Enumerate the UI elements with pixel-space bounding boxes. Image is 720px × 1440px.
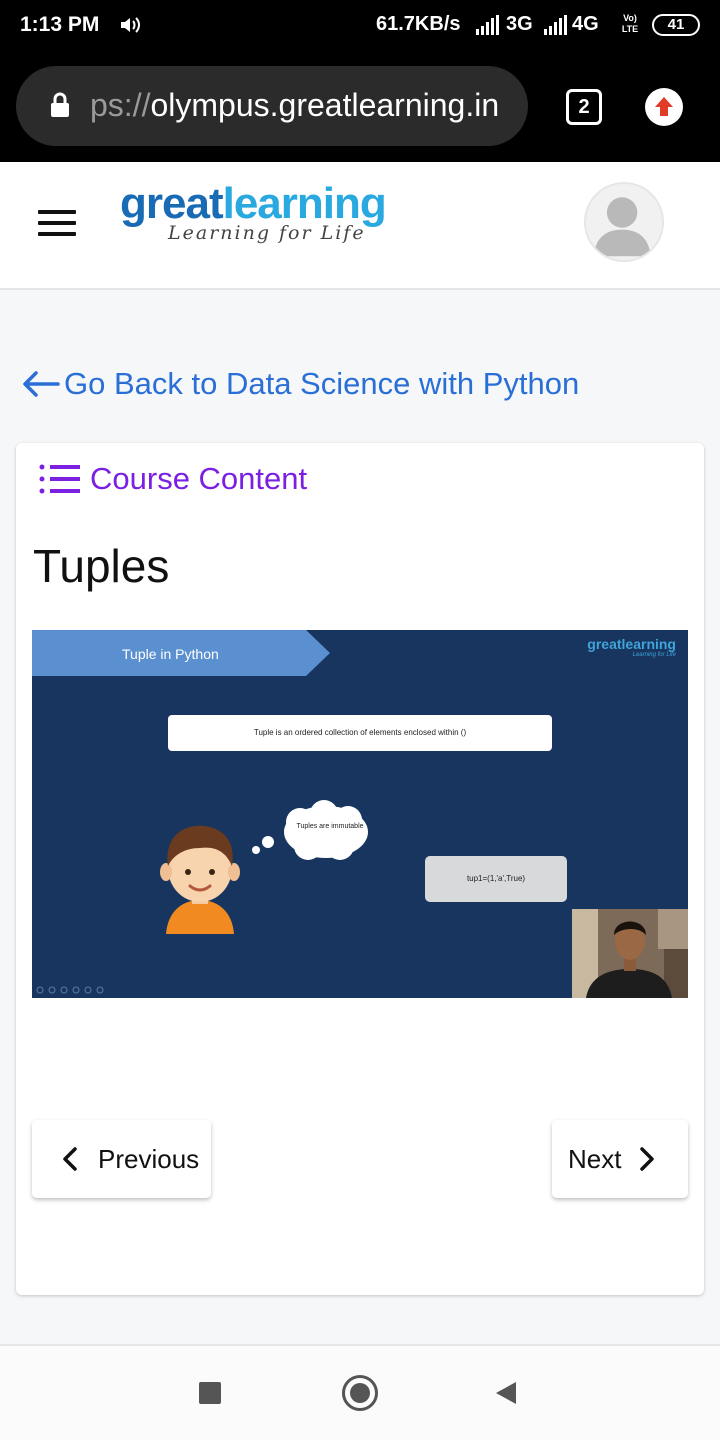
slide-logo: greatlearning Learning for Life — [587, 636, 676, 658]
tab-switcher-button[interactable]: 2 — [566, 89, 602, 125]
net-speed: 61.7KB/s — [376, 13, 461, 35]
slide-logo-word-great: great — [587, 636, 622, 652]
volte-indicator: Vo) LTE — [621, 13, 639, 34]
slide-title: Tuple in Python — [122, 646, 219, 662]
slide-definition: Tuple is an ordered collection of elemen… — [168, 715, 552, 751]
avatar[interactable] — [584, 182, 664, 262]
status-bar: 1:13 PM 61.7KB/s 3G 4G Vo) LTE 41 — [0, 0, 720, 52]
slide-logo-tagline: Learning for Life — [632, 652, 676, 658]
status-time: 1:13 PM — [20, 13, 100, 36]
recents-button[interactable] — [199, 1382, 221, 1404]
page-title: Tuples — [33, 540, 170, 592]
logo-word-great: great — [120, 179, 224, 228]
course-content-label: Course Content — [90, 461, 308, 496]
url-host: olympus.greatlearning.in — [150, 87, 500, 123]
lesson-card: Course Content Tuples Tuple in Python gr… — [16, 443, 704, 1295]
home-button[interactable] — [342, 1375, 378, 1411]
arrow-up-icon — [655, 97, 673, 116]
previous-label: Previous — [98, 1143, 200, 1174]
player-controls — [36, 986, 104, 994]
course-content-button[interactable]: Course Content — [38, 461, 307, 497]
chevron-right-icon — [640, 1147, 655, 1171]
user-icon — [593, 197, 651, 257]
arrow-left-icon — [23, 371, 60, 397]
thought-cloud-icon — [252, 800, 368, 860]
url-text: ps://olympus.greatlearning.in — [90, 87, 499, 124]
video-player[interactable]: Tuple in Python greatlearning Learning f… — [32, 630, 688, 998]
logo-tagline: Learning for Life — [168, 222, 366, 244]
next-label: Next — [568, 1143, 622, 1174]
signal-icon — [544, 15, 567, 35]
menu-icon[interactable] — [38, 210, 76, 238]
site-header: greatlearning Learning for Life — [0, 162, 720, 290]
slide-logo-word-learning: learning — [621, 636, 676, 652]
battery-indicator: 41 — [652, 14, 700, 36]
next-button[interactable]: Next — [552, 1120, 688, 1198]
network-4g: 4G — [572, 13, 599, 35]
logo-word-learning: learning — [222, 179, 387, 228]
signal-icon — [476, 15, 499, 35]
url-scheme: ps:// — [90, 87, 151, 123]
greatlearning-logo[interactable]: greatlearning Learning for Life — [120, 179, 387, 245]
slide-code-box: tup1=(1,'a',True) — [425, 856, 567, 902]
list-icon — [39, 464, 80, 494]
previous-button[interactable]: Previous — [32, 1120, 211, 1198]
back-button[interactable] — [494, 1380, 518, 1406]
presenter-video-icon — [572, 909, 688, 998]
lock-icon — [51, 92, 69, 117]
back-link-label: Go Back to Data Science with Python — [64, 366, 580, 401]
slide-thought-text: Tuples are immutable — [296, 823, 364, 830]
browser-toolbar: ps://olympus.greatlearning.in 2 — [0, 52, 720, 162]
address-bar[interactable]: ps://olympus.greatlearning.in — [16, 66, 528, 146]
cartoon-boy-icon — [160, 825, 240, 934]
volume-icon — [121, 17, 140, 33]
chevron-left-icon — [63, 1147, 77, 1171]
back-to-course-link[interactable]: Go Back to Data Science with Python — [22, 366, 579, 402]
android-navigation-bar — [0, 1344, 720, 1440]
update-button[interactable] — [645, 88, 683, 126]
network-3g: 3G — [506, 13, 533, 35]
